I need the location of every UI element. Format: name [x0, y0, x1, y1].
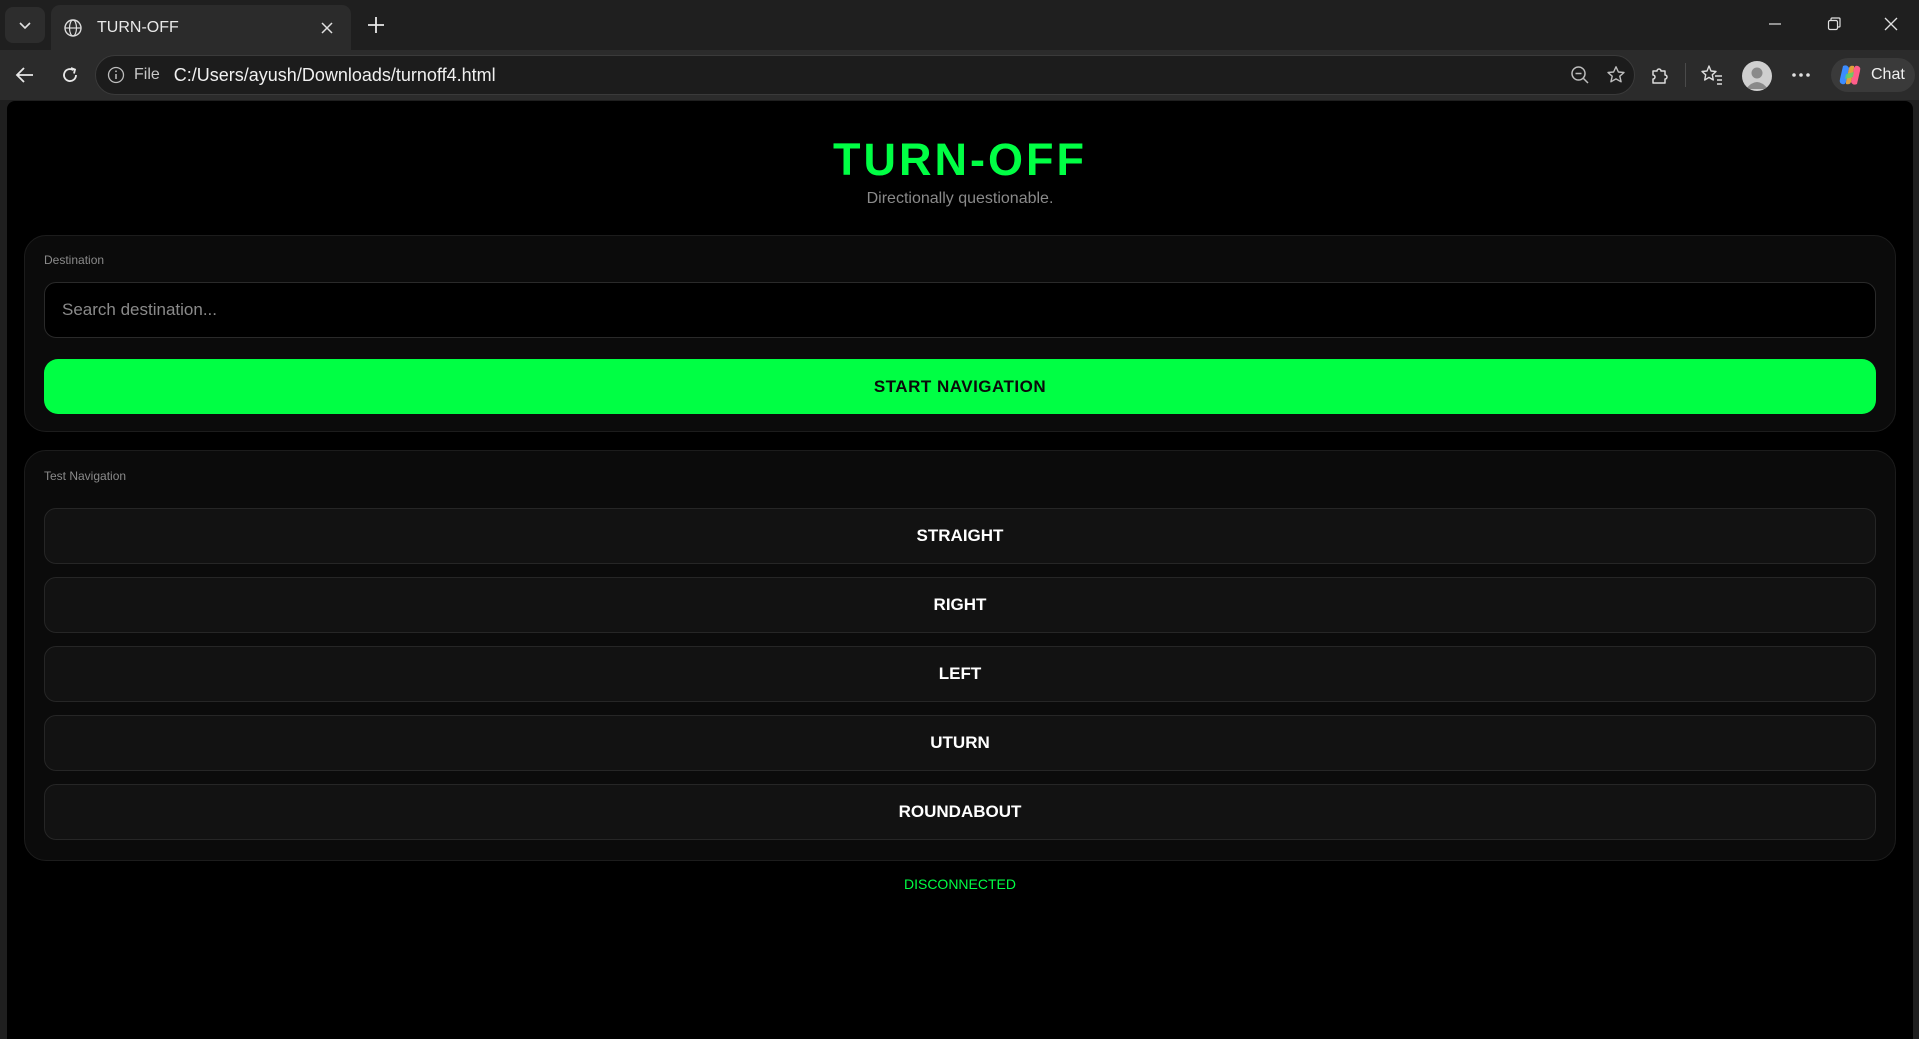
connection-status: DISCONNECTED: [903, 876, 1016, 892]
arrow-left-icon: [15, 67, 33, 83]
app-subtitle: Directionally questionable.: [866, 190, 1054, 207]
more-icon: [1792, 73, 1810, 77]
info-icon[interactable]: [106, 65, 126, 85]
tab-title: TURN-OFF: [97, 18, 179, 36]
back-button[interactable]: [8, 58, 42, 92]
close-window-button[interactable]: [1867, 6, 1915, 42]
star-icon[interactable]: [1598, 57, 1634, 93]
restore-button[interactable]: [1810, 6, 1858, 42]
tab-strip: TURN-OFF: [0, 0, 1919, 50]
left-button[interactable]: LEFT: [44, 646, 1876, 702]
profile-avatar[interactable]: [1742, 61, 1772, 91]
url-text[interactable]: C:/Users/ayush/Downloads/turnoff4.html: [174, 65, 1562, 86]
close-icon: [1884, 17, 1898, 31]
copilot-icon: [1839, 65, 1861, 85]
destination-search-input[interactable]: [44, 282, 1876, 338]
uturn-button[interactable]: UTURN: [44, 715, 1876, 771]
extensions-button[interactable]: [1643, 58, 1677, 92]
refresh-icon: [63, 67, 77, 82]
start-navigation-button[interactable]: START NAVIGATION: [44, 359, 1876, 414]
scheme-label: File: [134, 66, 160, 83]
more-menu-button[interactable]: [1784, 58, 1818, 92]
right-button[interactable]: RIGHT: [44, 577, 1876, 633]
minimize-button[interactable]: [1751, 6, 1799, 42]
address-bar[interactable]: File C:/Users/ayush/Downloads/turnoff4.h…: [95, 55, 1635, 95]
minimize-icon: [1769, 23, 1781, 25]
tab-list-button[interactable]: [5, 7, 45, 43]
refresh-button[interactable]: [53, 58, 87, 92]
chat-label: Chat: [1871, 66, 1905, 83]
browser-tab[interactable]: TURN-OFF: [51, 5, 351, 50]
globe-icon: [63, 17, 85, 39]
plus-icon: [368, 17, 384, 33]
chevron-down-icon: [19, 22, 31, 30]
user-icon: [1746, 67, 1768, 89]
restore-icon: [1827, 17, 1841, 31]
toolbar-divider: [1685, 63, 1686, 87]
close-tab-icon[interactable]: [315, 16, 339, 40]
copilot-chat-button[interactable]: Chat: [1831, 58, 1915, 92]
zoom-out-icon[interactable]: [1562, 57, 1598, 93]
destination-card: Destination START NAVIGATION: [24, 235, 1896, 432]
destination-label: Destination: [44, 253, 105, 267]
favorites-icon: [1701, 65, 1722, 85]
test-navigation-label: Test Navigation: [44, 469, 127, 483]
test-navigation-card: Test Navigation STRAIGHT RIGHT LEFT UTUR…: [24, 450, 1896, 861]
page-viewport: TURN-OFF Directionally questionable. Des…: [7, 101, 1913, 1039]
new-tab-button[interactable]: [359, 9, 393, 41]
favorites-button[interactable]: [1695, 58, 1729, 92]
straight-button[interactable]: STRAIGHT: [44, 508, 1876, 564]
app-title: TURN-OFF: [833, 134, 1087, 185]
puzzle-icon: [1652, 68, 1668, 84]
roundabout-button[interactable]: ROUNDABOUT: [44, 784, 1876, 840]
